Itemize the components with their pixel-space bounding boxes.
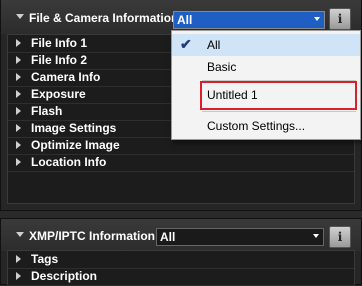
- info-button[interactable]: i: [329, 8, 351, 30]
- section-row-description[interactable]: Description: [8, 268, 354, 286]
- menu-item-custom-settings[interactable]: Custom Settings...: [172, 115, 360, 137]
- menu-item-label: Basic: [207, 60, 237, 74]
- expand-triangle-icon: [16, 56, 21, 64]
- xmp-iptc-title: XMP/IPTC Information: [29, 229, 155, 243]
- highlight-box: [200, 81, 357, 110]
- file-camera-info-title: File & Camera Information: [29, 11, 179, 25]
- expand-triangle-icon: [16, 39, 21, 47]
- menu-item-all[interactable]: ✔ All: [172, 34, 360, 56]
- menu-separator: [202, 111, 356, 112]
- expand-triangle-icon: [16, 73, 21, 81]
- expand-triangle-icon: [16, 272, 21, 280]
- checkmark-icon: ✔: [180, 36, 192, 52]
- expand-triangle-icon: [16, 124, 21, 132]
- preset-select-value: All: [177, 13, 193, 27]
- section-label: Description: [31, 269, 98, 283]
- info-icon: i: [337, 12, 343, 26]
- xmp-iptc-header: XMP/IPTC Information All i: [1, 219, 361, 251]
- menu-item-label: Custom Settings...: [207, 119, 306, 133]
- info-icon: i: [337, 230, 343, 244]
- xmp-preset-select[interactable]: All: [156, 228, 324, 246]
- expand-triangle-icon: [16, 158, 21, 166]
- section-label: Location Info: [31, 155, 107, 169]
- section-label: Optimize Image: [31, 138, 120, 152]
- section-row-location-info[interactable]: Location Info: [8, 154, 354, 172]
- xmp-sections-list: Tags Description: [7, 250, 355, 286]
- chevron-down-icon: [313, 234, 319, 238]
- preset-select[interactable]: All: [173, 11, 325, 29]
- expand-triangle-icon: [16, 141, 21, 149]
- menu-item-basic[interactable]: Basic: [172, 56, 360, 78]
- preset-dropdown-menu: ✔ All Basic Untitled 1 Custom Settings..…: [171, 30, 361, 140]
- menu-item-label: All: [207, 38, 221, 52]
- collapse-triangle-icon[interactable]: [16, 232, 24, 237]
- expand-triangle-icon: [16, 255, 21, 263]
- xmp-info-button[interactable]: i: [329, 226, 351, 248]
- section-label: Exposure: [31, 87, 86, 101]
- chevron-down-icon: [314, 17, 320, 21]
- xmp-preset-select-value: All: [160, 230, 176, 244]
- section-label: Image Settings: [31, 121, 117, 135]
- xmp-iptc-panel: XMP/IPTC Information All i Tags Descript…: [0, 218, 362, 286]
- section-label: Tags: [31, 252, 59, 266]
- collapse-triangle-icon[interactable]: [16, 14, 24, 19]
- expand-triangle-icon: [16, 107, 21, 115]
- section-label: Flash: [31, 104, 63, 118]
- section-label: File Info 2: [31, 53, 88, 67]
- file-camera-info-header: File & Camera Information All i: [1, 0, 361, 34]
- section-label: File Info 1: [31, 36, 88, 50]
- section-row-tags[interactable]: Tags: [8, 251, 354, 269]
- expand-triangle-icon: [16, 90, 21, 98]
- section-label: Camera Info: [31, 70, 101, 84]
